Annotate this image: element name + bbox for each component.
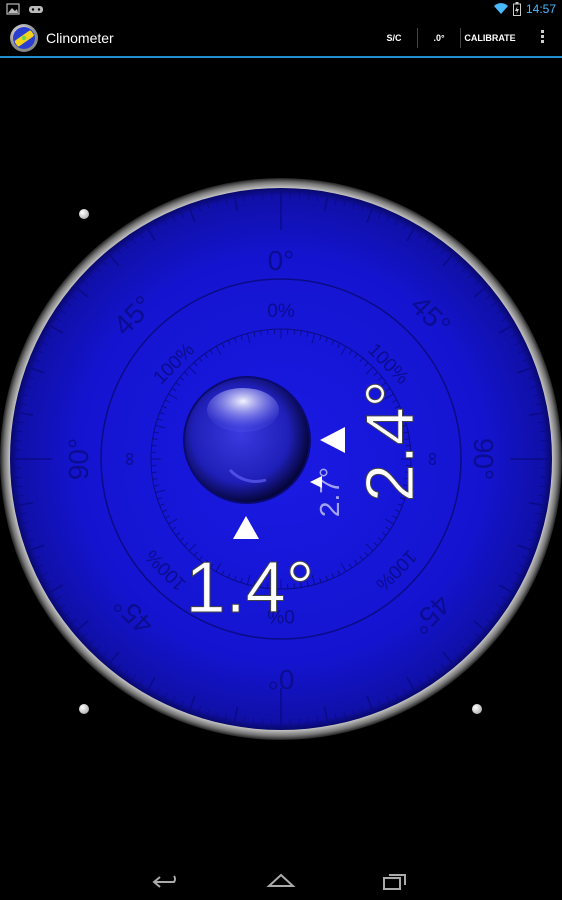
secondary-reading: 2.7° [314, 467, 345, 517]
app-title: Clinometer [46, 30, 114, 46]
app-logo-icon[interactable] [9, 23, 39, 53]
outer-label-right: 90° [468, 438, 499, 480]
sc-button[interactable]: S/C [371, 20, 417, 56]
inner-tick [151, 444, 157, 447]
clinometer-dial: 0° 0° 90° 90° 45° 45° 45° 45° 0% 0% ∞ ∞ … [0, 178, 562, 740]
vertical-reading: 2.4° [352, 380, 428, 502]
inner-tick [151, 471, 157, 474]
action-bar: Clinometer S/C .0° CALIBRATE [0, 20, 562, 58]
game-icon [29, 6, 43, 13]
gallery-icon [6, 3, 20, 15]
outer-label-bottom: 0° [268, 664, 295, 695]
inner-tick [266, 329, 269, 335]
calibrate-button[interactable]: CALIBRATE [461, 20, 519, 56]
back-icon[interactable] [152, 872, 182, 892]
level-bubble [183, 376, 311, 504]
battery-icon [512, 2, 521, 16]
inner-tick [293, 329, 296, 335]
wifi-icon [493, 3, 508, 15]
status-time: 14:57 [525, 2, 556, 16]
inner-label-top: 0% [267, 301, 295, 322]
home-icon[interactable] [266, 870, 296, 892]
outer-label-top: 0° [268, 245, 295, 276]
recents-icon[interactable] [380, 870, 410, 892]
navigation-bar [0, 864, 562, 900]
overflow-menu-icon[interactable] [532, 28, 552, 48]
outer-label-left: 90° [63, 438, 94, 480]
status-bar: 14:57 [0, 0, 562, 20]
horizontal-reading: 1.4° [186, 548, 315, 628]
decimal-button[interactable]: .0° [418, 20, 460, 56]
inner-label-left: ∞ [119, 452, 140, 466]
